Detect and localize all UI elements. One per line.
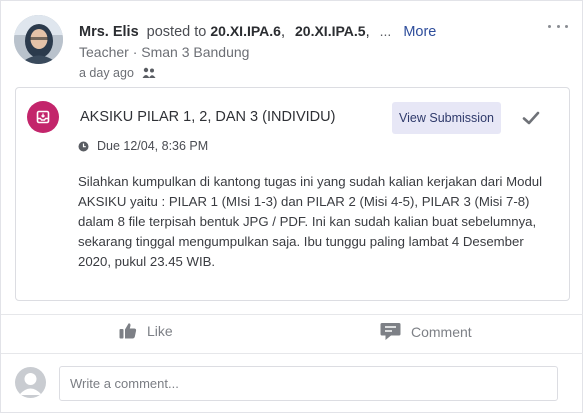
group-ellipsis: ... <box>379 23 392 39</box>
author-photo <box>14 15 63 64</box>
like-label: Like <box>147 322 173 339</box>
due-date-line: Due 12/04, 8:36 PM <box>78 139 208 153</box>
posted-to-text: posted to <box>146 24 207 40</box>
thumbs-up-icon <box>119 323 137 339</box>
comment-icon <box>380 323 401 340</box>
assignment-title[interactable]: AKSIKU PILAR 1, 2, DAN 3 (INDIVIDU) <box>80 109 335 125</box>
author-avatar[interactable] <box>14 15 63 64</box>
post-card: Mrs. Elis posted to 20.XI.IPA.6, 20.XI.I… <box>0 0 583 413</box>
due-date: Due 12/04, 8:36 PM <box>97 139 209 153</box>
comment-label: Comment <box>411 323 472 340</box>
divider <box>1 353 583 354</box>
view-submission-button[interactable]: View Submission <box>392 102 501 134</box>
comment-input[interactable] <box>59 366 558 401</box>
post-time-line: a day ago <box>79 66 156 80</box>
clock-icon <box>78 141 89 151</box>
author-line: Mrs. Elis posted to 20.XI.IPA.6, 20.XI.I… <box>79 23 436 40</box>
checkmark-icon <box>522 111 540 125</box>
divider <box>1 314 583 315</box>
separator: , <box>365 24 370 40</box>
group-link-1[interactable]: 20.XI.IPA.6 <box>210 23 281 39</box>
group-privacy-icon <box>142 67 156 78</box>
author-name[interactable]: Mrs. Elis <box>79 24 139 40</box>
more-options-icon[interactable] <box>548 22 568 30</box>
post-timestamp[interactable]: a day ago <box>79 66 134 80</box>
group-link-2[interactable]: 20.XI.IPA.5 <box>295 23 366 39</box>
separator: , <box>280 24 285 40</box>
like-button[interactable]: Like <box>119 322 173 339</box>
comment-button[interactable]: Comment <box>380 322 472 341</box>
user-placeholder-icon <box>19 373 42 395</box>
author-role: Teacher · Sman 3 Bandung <box>79 44 250 60</box>
assignment-icon <box>27 101 59 133</box>
current-user-avatar <box>15 367 46 398</box>
assignment-card: AKSIKU PILAR 1, 2, DAN 3 (INDIVIDU) View… <box>15 87 570 301</box>
more-groups-link[interactable]: More <box>403 24 436 40</box>
assignment-description: Silahkan kumpulkan di kantong tugas ini … <box>78 174 543 269</box>
assignment-tray-icon <box>36 110 50 124</box>
